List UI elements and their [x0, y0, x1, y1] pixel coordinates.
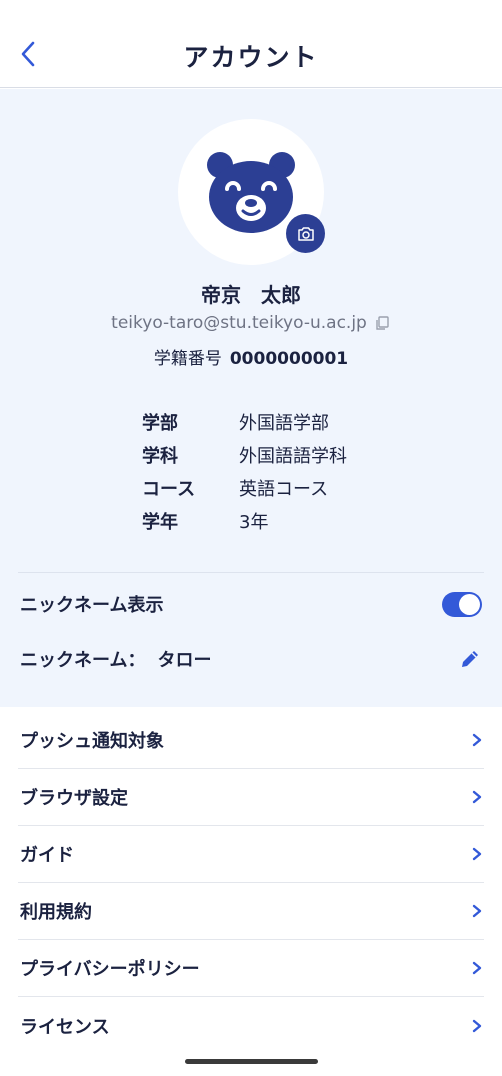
- nickname-display-toggle[interactable]: [442, 591, 482, 617]
- profile-section: 帝京 太郎 teikyo-taro@stu.teikyo-u.ac.jp 学籍番…: [0, 89, 502, 707]
- copy-icon: [376, 315, 389, 330]
- menu-item-label: ライセンス: [20, 1016, 110, 1038]
- info-label: 学年: [142, 511, 178, 533]
- pencil-icon: [462, 651, 478, 667]
- chevron-right-icon: [472, 961, 482, 975]
- toggle-knob: [459, 593, 480, 615]
- email-row: teikyo-taro@stu.teikyo-u.ac.jp: [0, 313, 502, 333]
- chevron-right-icon: [472, 904, 482, 918]
- nickname-text: ニックネーム： タロー: [20, 646, 211, 672]
- menu-item-label: ブラウザ設定: [20, 788, 128, 809]
- info-row-course: コース 英語コース: [142, 471, 347, 504]
- info-label: 学部: [142, 412, 178, 434]
- nickname-display-row: ニックネーム表示: [20, 589, 482, 619]
- info-value: 外国語学部: [239, 412, 329, 434]
- menu-item-guide[interactable]: ガイド: [18, 826, 484, 883]
- divider: [18, 572, 484, 573]
- menu-item-label: 利用規約: [20, 902, 92, 923]
- menu-item-label: ガイド: [20, 845, 74, 866]
- copy-email-button[interactable]: [373, 314, 391, 332]
- menu-item-license[interactable]: ライセンス: [18, 997, 484, 1054]
- chevron-right-icon: [472, 1019, 482, 1032]
- bear-mascot-icon: [207, 152, 295, 233]
- nickname-display-label: ニックネーム表示: [20, 595, 164, 616]
- nickname-row: ニックネーム： タロー: [20, 644, 482, 674]
- home-indicator: [185, 1059, 318, 1064]
- change-photo-button[interactable]: [286, 214, 325, 253]
- chevron-right-icon: [472, 847, 482, 861]
- menu-item-label: プッシュ通知対象: [20, 731, 164, 752]
- menu-item-browser-settings[interactable]: ブラウザ設定: [18, 769, 484, 826]
- nickname-label: ニックネーム：: [20, 650, 146, 671]
- menu-item-privacy-policy[interactable]: プライバシーポリシー: [18, 940, 484, 997]
- app-header: アカウント: [0, 0, 502, 88]
- menu-item-push-notifications[interactable]: プッシュ通知対象: [18, 712, 484, 769]
- nickname-value: タロー: [157, 650, 212, 671]
- info-label: コース: [142, 478, 196, 500]
- menu-item-label: プライバシーポリシー: [20, 959, 200, 980]
- settings-menu: プッシュ通知対象 ブラウザ設定 ガイド 利用規約 プライバシーポリシー ライセン…: [0, 712, 502, 1054]
- info-row-department: 学科 外国語語学科: [142, 438, 347, 471]
- info-value: 外国語語学科: [239, 445, 347, 467]
- info-row-year: 学年 3年: [142, 504, 347, 537]
- page-title: アカウント: [183, 43, 319, 72]
- student-id: 学籍番号 0000000001: [0, 344, 502, 369]
- student-id-value: 0000000001: [229, 349, 349, 369]
- camera-icon: [297, 226, 314, 241]
- student-id-label: 学籍番号: [153, 349, 222, 369]
- info-value: 英語コース: [239, 478, 329, 500]
- chevron-right-icon: [472, 790, 482, 804]
- affiliation-table: 学部 外国語学部 学科 外国語語学科 コース 英語コース 学年 3年: [142, 405, 347, 537]
- user-email: teikyo-taro@stu.teikyo-u.ac.jp: [111, 313, 367, 333]
- menu-item-terms[interactable]: 利用規約: [18, 883, 484, 940]
- info-value: 3年: [239, 511, 269, 533]
- chevron-right-icon: [472, 733, 482, 747]
- edit-nickname-button[interactable]: [458, 647, 482, 671]
- user-name: 帝京 太郎: [201, 283, 301, 307]
- avatar-container: [178, 119, 325, 265]
- info-label: 学科: [142, 445, 178, 467]
- info-row-faculty: 学部 外国語学部: [142, 405, 347, 438]
